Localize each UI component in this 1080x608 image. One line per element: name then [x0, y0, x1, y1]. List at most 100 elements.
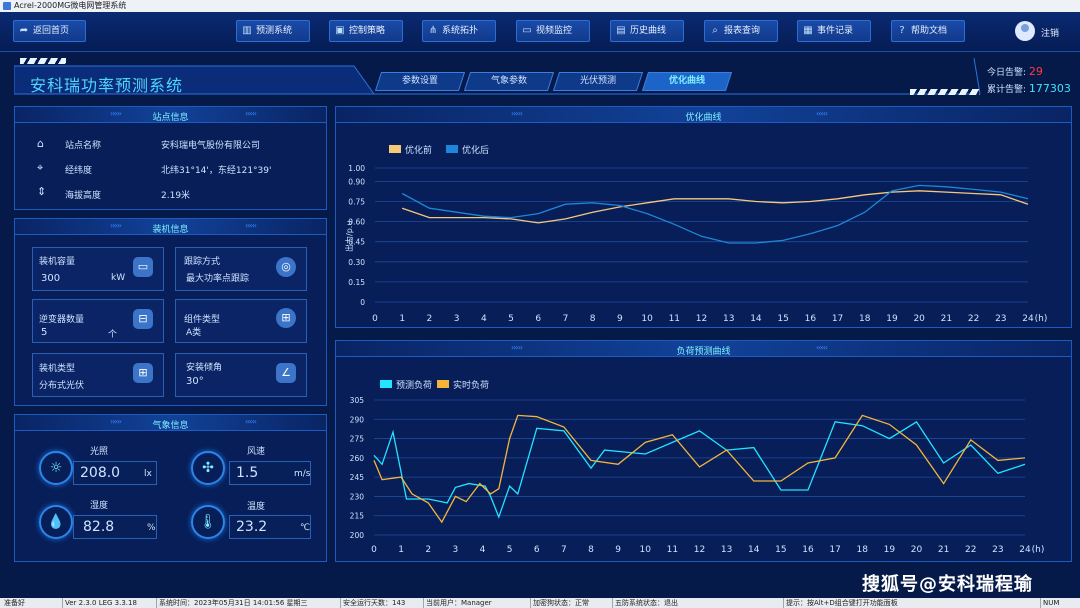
tracking-label: 跟踪方式 [184, 257, 221, 267]
status-ready: 准备好 [4, 599, 25, 607]
optimize-x-tick: 7 [563, 314, 569, 324]
tilt-label: 安装倾角 [186, 363, 223, 373]
status-safe-days: 安全运行天数：143 [340, 598, 405, 608]
decor-stripes-right [910, 89, 980, 95]
status-hint: 提示：按Alt+D组合键打开功能面板 [783, 598, 898, 608]
load-x-tick: 10 [640, 545, 652, 555]
light-label: 光照 [90, 447, 109, 457]
status-dongle: 加密狗状态：正常 [530, 598, 589, 608]
nav-label: 帮助文档 [911, 26, 948, 36]
load-y-tick: 275 [350, 435, 365, 444]
watermark: 搜狐号@安科瑞程瑜 [862, 574, 1033, 595]
nav-strategy-button[interactable]: ▣ 控制策略 [329, 20, 403, 42]
user-logout[interactable]: 注销 [1005, 12, 1080, 52]
optimize-x-tick: 22 [968, 314, 979, 324]
load-legend-label: 实时负荷 [453, 379, 489, 391]
optimize-x-tick: 4 [481, 314, 487, 324]
nav-topology-button[interactable]: ⋔ 系统拓扑 [422, 20, 496, 42]
humidity-label: 湿度 [90, 501, 109, 511]
optimize-x-tick: 5 [508, 314, 514, 324]
load-x-tick: 23 [992, 545, 1003, 555]
optimize-x-tick: 9 [617, 314, 623, 324]
humidity-box: 82.8 % [73, 515, 157, 539]
install-card-capacity: 装机容量 300 kW ▭ [32, 247, 164, 291]
optimize-x-tick: 13 [723, 314, 734, 324]
logout-label: 注销 [1041, 29, 1060, 39]
load-x-tick: 14 [748, 545, 760, 555]
target-icon: ◎ [276, 257, 296, 277]
optimize-x-tick: 1 [399, 314, 405, 324]
layout-icon: ⊞ [133, 363, 153, 383]
load-x-tick: 24 [1019, 545, 1031, 555]
optimize-x-tick: 14 [750, 314, 762, 324]
optimize-y-tick: 0 [360, 298, 365, 307]
nav-label: 历史曲线 [630, 26, 667, 36]
load-x-tick: 12 [694, 545, 705, 555]
nav-help-button[interactable]: ? 帮助文档 [891, 20, 965, 42]
load-x-tick: 3 [453, 545, 459, 555]
chart-icon: ▥ [242, 25, 252, 36]
optimize-x-tick: 23 [995, 314, 1006, 324]
station-name-value: 安科瑞电气股份有限公司 [161, 141, 261, 151]
load-x-tick: 17 [829, 545, 840, 555]
station-name-label: 站点名称 [65, 141, 102, 151]
light-unit: lx [144, 469, 152, 479]
temperature-value: 23.2 [236, 519, 268, 535]
altitude-value: 2.19米 [161, 191, 191, 201]
load-y-tick: 260 [350, 454, 365, 463]
humidity-icon: 💧 [39, 505, 73, 539]
tab-optimize-curve[interactable]: 优化曲线 [641, 72, 733, 91]
load-chart-panel: ››››› 负荷预测曲线 ‹‹‹‹‹ 200 215 230 245 260 275 290 30… [335, 340, 1072, 562]
load-legend-label: 预测负荷 [396, 379, 432, 391]
tab-weather[interactable]: 气象参数 [463, 72, 555, 91]
load-y-tick: 215 [350, 512, 365, 521]
optimize-x-tick: 8 [590, 314, 596, 324]
thermometer-icon: 🌡 [191, 505, 225, 539]
nav-label: 预测系统 [256, 26, 293, 36]
top-navbar: ➦ 返回首页 ▥ 预测系统 ▣ 控制策略 ⋔ 系统拓扑 ▭ 视频监控 ▤ 历史曲线 ⌕ 报表查… [0, 12, 1080, 52]
coords-value: 北纬31°14'，东经121°39' [161, 166, 272, 176]
nav-video-button[interactable]: ▭ 视频监控 [516, 20, 590, 42]
temperature-unit: ℃ [300, 523, 311, 533]
load-x-tick: 5 [507, 545, 513, 555]
wind-box: 1.5 m/s [229, 461, 311, 485]
load-y-tick: 245 [350, 473, 365, 482]
optimize-x-tick: 18 [859, 314, 871, 324]
humidity-unit: % [147, 523, 156, 533]
load-y-tick: 230 [350, 492, 365, 501]
light-value: 208.0 [80, 465, 121, 481]
optimize-legend-label: 优化后 [462, 144, 489, 156]
optimize-y-tick: 1.00 [348, 164, 365, 173]
load-x-tick: 20 [911, 545, 923, 555]
optimize-x-tick: 0 [372, 314, 378, 324]
decor-stripes [20, 58, 66, 64]
nav-forecast-button[interactable]: ▥ 预测系统 [236, 20, 310, 42]
home-button[interactable]: ➦ 返回首页 [13, 20, 86, 42]
status-time: 系统时间：2023年05月31日 14:01:56 星期三 [156, 598, 308, 608]
install-card-module: 组件类型 A类 ⊞ [175, 299, 307, 343]
nav-label: 报表查询 [724, 26, 761, 36]
optimize-y-tick: 0.90 [348, 177, 365, 186]
tab-params[interactable]: 参数设置 [374, 72, 466, 91]
wind-label: 风速 [247, 447, 266, 457]
today-alarm-label: 今日告警: [987, 68, 1027, 78]
nav-label: 控制策略 [349, 26, 386, 36]
module-value: A类 [186, 328, 202, 338]
nav-report-button[interactable]: ⌕ 报表查询 [704, 20, 778, 42]
optimize-legend-swatch [389, 145, 401, 153]
tab-pv-forecast[interactable]: 光伏预测 [552, 72, 644, 91]
topology-icon: ⋔ [428, 25, 438, 36]
weather-panel: ››››› 气象信息 ‹‹‹‹‹ ☼ 光照 208.0 lx ✣ 风速 1.5 m/… [14, 414, 327, 562]
nav-events-button[interactable]: ▦ 事件记录 [797, 20, 871, 42]
alarm-summary: 今日告警: 29 累计告警: 177303 [983, 62, 1080, 100]
temperature-box: 23.2 ℃ [229, 515, 311, 539]
optimize-x-unit: (h) [1035, 314, 1048, 324]
install-card-tilt: 安装倾角 30° ∠ [175, 353, 307, 397]
nav-history-button[interactable]: ▤ 历史曲线 [610, 20, 684, 42]
tracking-value: 最大功率点跟踪 [186, 274, 250, 284]
optimize-series-line [401, 190, 1029, 224]
humidity-value: 82.8 [83, 519, 115, 535]
load-x-tick: 4 [480, 545, 486, 555]
system-title: 安科瑞功率预测系统 [30, 76, 184, 95]
home-icon: ⌂ [37, 137, 44, 150]
